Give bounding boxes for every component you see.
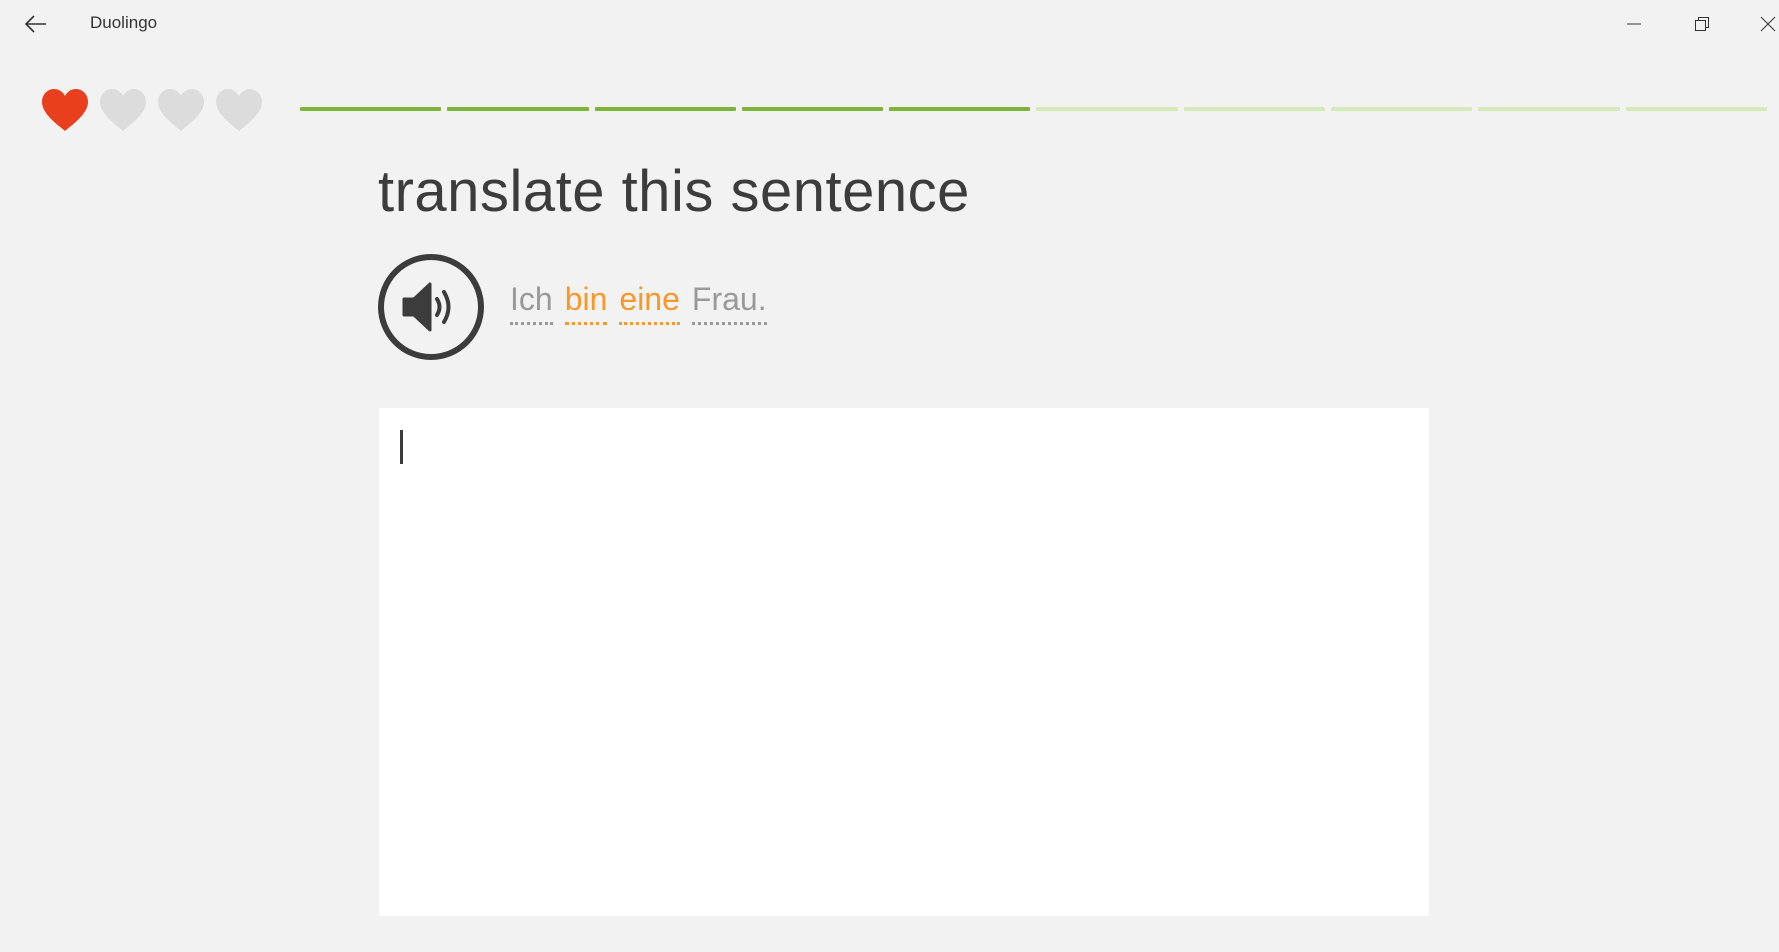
restore-button[interactable]: [1668, 0, 1736, 48]
progress-segment-remaining: [1183, 107, 1326, 111]
play-audio-button[interactable]: [378, 254, 484, 360]
minimize-button[interactable]: [1600, 0, 1668, 48]
progress-segment-remaining: [1478, 107, 1620, 111]
text-caret: [400, 430, 403, 464]
close-button[interactable]: [1736, 0, 1779, 48]
back-arrow-icon: [25, 15, 46, 33]
progress-segment-remaining: [1331, 107, 1473, 111]
heart-empty-icon: [216, 89, 262, 131]
progress-segment-complete: [300, 107, 442, 111]
heart-full-icon: [42, 89, 88, 131]
sentence-word[interactable]: Ich: [510, 280, 553, 325]
sentence-word[interactable]: Frau.: [691, 280, 767, 325]
speaker-icon: [402, 282, 451, 332]
progress-segment-remaining: [1036, 107, 1178, 111]
progress-segment-complete: [889, 107, 1031, 111]
translation-input[interactable]: [379, 408, 1429, 916]
exercise-prompt: translate this sentence: [378, 159, 970, 224]
app-title: Duolingo: [90, 13, 158, 32]
hearts-container: [40, 88, 264, 134]
sentence-word[interactable]: bin: [564, 280, 608, 325]
close-icon: [1760, 16, 1776, 32]
heart-empty-icon: [100, 89, 146, 131]
duolingo-window: Duolingo translate this sentence Ich bin…: [0, 0, 1779, 952]
lesson-progress-bar: [300, 107, 1767, 112]
progress-segment-complete: [594, 107, 736, 111]
progress-segment-complete: [741, 107, 884, 111]
restore-icon: [1695, 17, 1709, 31]
sentence-word[interactable]: eine: [619, 280, 680, 325]
source-sentence: Ich bin eine Frau.: [510, 280, 767, 325]
progress-segment-remaining: [1625, 107, 1767, 111]
heart-empty-icon: [158, 89, 204, 131]
minimize-icon: [1627, 23, 1641, 25]
progress-segment-complete: [447, 107, 589, 111]
title-bar: Duolingo: [0, 0, 1779, 48]
back-button[interactable]: [18, 8, 54, 40]
